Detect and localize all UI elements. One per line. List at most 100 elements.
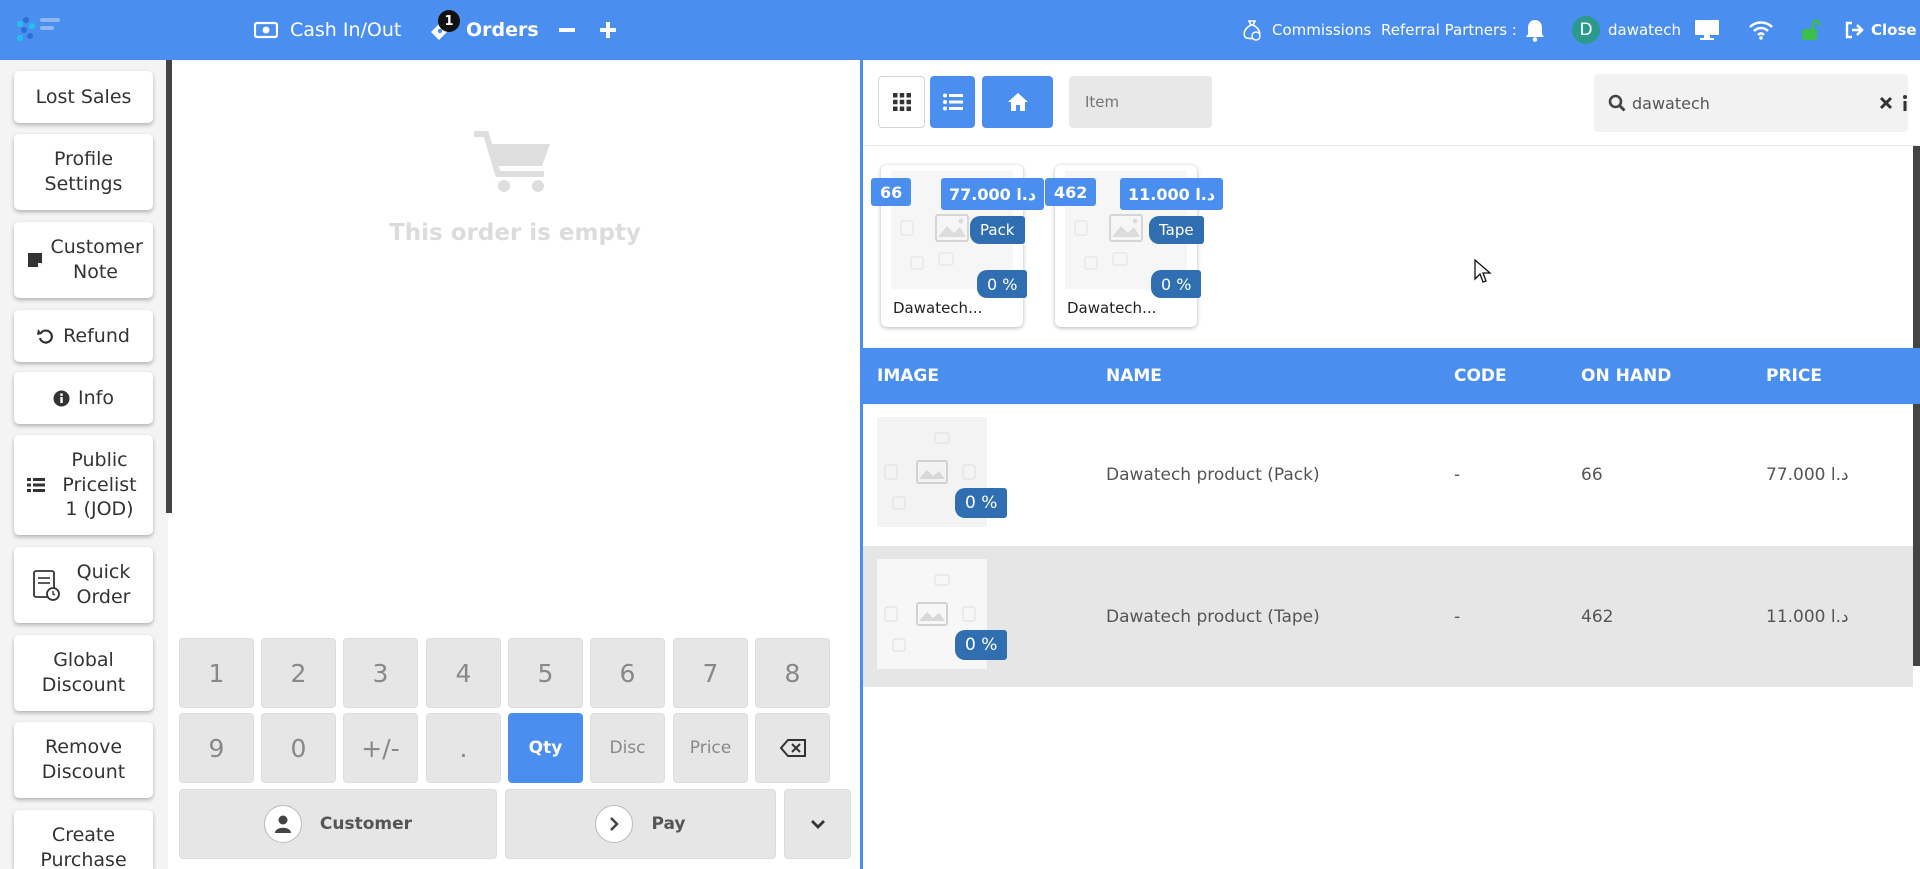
cash-icon — [254, 21, 278, 39]
sign-out-icon — [1845, 21, 1864, 39]
unit-badge: Tape — [1149, 216, 1204, 244]
bell-icon — [1526, 20, 1544, 42]
lost-sales-button[interactable]: Lost Sales — [14, 71, 153, 123]
more-options-button[interactable] — [784, 789, 851, 859]
numpad-key-7[interactable]: 7 — [673, 638, 748, 708]
fullscreen-button[interactable] — [1694, 0, 1720, 60]
monitor-icon — [1695, 20, 1719, 40]
quick-order-icon — [32, 569, 60, 601]
remove-discount-label: Remove Discount — [41, 736, 126, 783]
cash-in-out-button[interactable]: Cash In/Out — [254, 0, 401, 60]
product-table-header: IMAGE NAME CODE ON HAND PRICE — [863, 348, 1920, 404]
quick-order-button[interactable]: Quick Order — [14, 547, 153, 623]
product-price: 11.000 د.ا — [1766, 606, 1849, 627]
numpad-mode-disc[interactable]: Disc — [590, 713, 665, 783]
numpad-key-1[interactable]: 1 — [179, 638, 254, 708]
create-purchase-button[interactable]: Create Purchase — [14, 810, 153, 869]
shopping-cart-icon — [474, 131, 550, 192]
profile-settings-button[interactable]: Profile Settings — [14, 134, 153, 210]
global-discount-button[interactable]: Global Discount — [14, 635, 153, 711]
info-icon — [53, 390, 70, 407]
numpad-key-9[interactable]: 9 — [179, 713, 254, 783]
toolbar-separator — [863, 145, 1920, 146]
column-on-hand: ON HAND — [1581, 366, 1672, 386]
connection-status — [1748, 0, 1774, 60]
numpad-key-0[interactable]: 0 — [261, 713, 336, 783]
close-button[interactable]: Close — [1845, 0, 1917, 60]
unit-badge: Pack — [970, 216, 1025, 244]
table-row[interactable]: 0 % Dawatech product (Tape) - 462 11.000… — [863, 546, 1913, 687]
column-name: NAME — [1106, 366, 1162, 386]
numpad-key-decimal[interactable]: . — [426, 713, 501, 783]
numpad-key-plus-minus[interactable]: +/- — [343, 713, 418, 783]
products-scrollbar[interactable] — [1913, 146, 1920, 666]
list-icon — [26, 477, 45, 493]
money-bag-icon — [1243, 20, 1261, 41]
public-pricelist-label: Public Pricelist 1 (JOD) — [62, 448, 137, 521]
numpad-mode-price[interactable]: Price — [673, 713, 748, 783]
lock-button[interactable] — [1800, 0, 1822, 60]
item-filter-input[interactable] — [1069, 76, 1212, 128]
info-button[interactable]: Info — [14, 372, 153, 424]
numpad-key-6[interactable]: 6 — [590, 638, 665, 708]
unlock-icon — [1802, 19, 1821, 40]
numpad-key-8[interactable]: 8 — [755, 638, 830, 708]
price-badge: 11.000 د.ا — [1120, 178, 1224, 210]
on-hand-badge: 66 — [871, 178, 912, 206]
product-search-box — [1594, 74, 1908, 132]
home-button[interactable] — [982, 76, 1053, 128]
sticky-note-icon — [27, 252, 43, 268]
user-name: dawatech — [1608, 21, 1682, 39]
table-row[interactable]: 0 % Dawatech product (Pack) - 66 77.000 … — [863, 404, 1913, 545]
info-label: Info — [78, 386, 114, 409]
remove-discount-button[interactable]: Remove Discount — [14, 722, 153, 798]
column-image: IMAGE — [877, 366, 939, 386]
order-empty-message: This order is empty — [389, 220, 641, 246]
product-code: - — [1454, 464, 1461, 485]
user-icon — [263, 805, 302, 843]
clear-search-icon[interactable] — [1879, 96, 1893, 110]
product-name: Dawatech product (Pack) — [1106, 464, 1320, 485]
avatar: D — [1572, 16, 1600, 44]
info-icon[interactable] — [1902, 95, 1908, 111]
column-price: PRICE — [1766, 366, 1822, 386]
numpad-mode-qty[interactable]: Qty — [508, 713, 583, 783]
public-pricelist-button[interactable]: Public Pricelist 1 (JOD) — [14, 435, 153, 535]
backspace-icon — [779, 739, 806, 757]
commissions-button[interactable]: Commissions — [1240, 0, 1371, 60]
product-search-input[interactable] — [1632, 90, 1862, 116]
pay-button[interactable]: Pay — [505, 789, 776, 859]
notifications-button[interactable] — [1524, 0, 1546, 60]
wifi-icon — [1749, 21, 1773, 40]
product-on-hand: 462 — [1581, 606, 1614, 627]
product-card-name: Dawatech... — [1067, 299, 1157, 317]
grid-view-button[interactable] — [878, 76, 925, 128]
pay-label: Pay — [651, 814, 686, 834]
numpad-key-4[interactable]: 4 — [426, 638, 501, 708]
price-badge: 77.000 د.ا — [941, 178, 1045, 210]
chevron-down-icon — [810, 820, 825, 829]
discount-badge: 0 % — [955, 630, 1008, 660]
commissions-label: Commissions — [1272, 21, 1372, 39]
numpad-backspace[interactable] — [755, 713, 830, 783]
list-view-button[interactable] — [930, 76, 975, 128]
refund-button[interactable]: Refund — [14, 310, 153, 362]
discount-badge: 0 % — [955, 488, 1008, 518]
user-menu[interactable]: D dawatech — [1572, 0, 1681, 60]
remove-order-button[interactable] — [558, 0, 576, 60]
quick-order-label: Quick Order — [76, 561, 131, 608]
undo-icon — [37, 327, 55, 345]
on-hand-badge: 462 — [1045, 178, 1097, 206]
customer-button[interactable]: Customer — [179, 789, 497, 859]
numpad-key-5[interactable]: 5 — [508, 638, 583, 708]
add-order-button[interactable] — [599, 0, 617, 60]
referral-partners-label: Referral Partners : — [1381, 21, 1517, 39]
product-code: - — [1454, 606, 1461, 627]
discount-badge: 0 % — [1151, 270, 1202, 298]
numpad-key-3[interactable]: 3 — [343, 638, 418, 708]
grid-icon — [892, 93, 911, 111]
numpad-key-2[interactable]: 2 — [261, 638, 336, 708]
customer-note-label: Customer Note — [50, 236, 143, 283]
customer-note-button[interactable]: Customer Note — [14, 222, 153, 298]
dawatech-logo — [17, 17, 60, 41]
